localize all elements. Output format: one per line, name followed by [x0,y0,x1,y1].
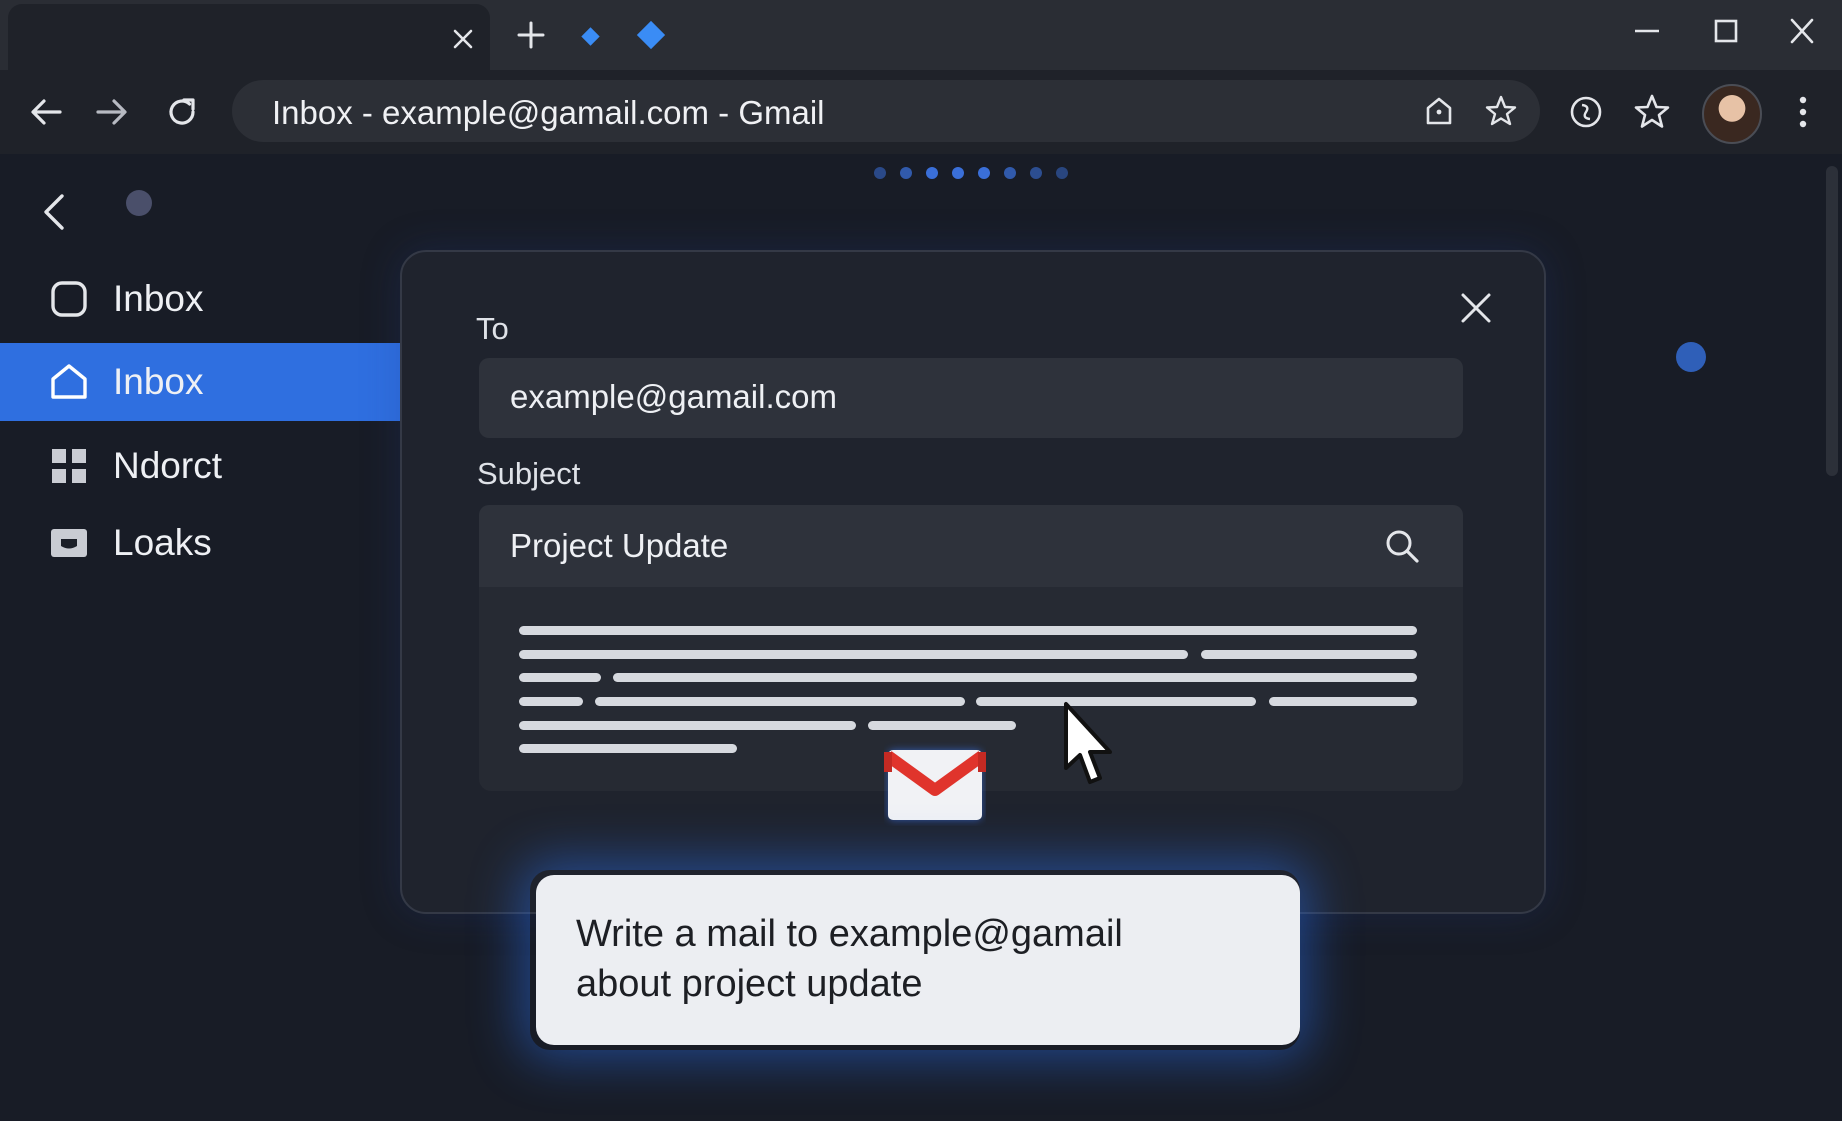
text-line [519,744,737,753]
tab-strip [0,0,1842,70]
sidebar-item-label: Ndorct [113,445,222,486]
profile-avatar[interactable] [1702,84,1762,144]
to-field[interactable]: example@gamail.com [479,358,1463,438]
text-line [519,650,1188,659]
active-tab[interactable] [8,4,490,70]
maximize-icon[interactable] [1704,14,1748,48]
mouse-pointer-icon [1064,702,1112,784]
folder-icon [51,529,87,557]
grid-icon [52,449,86,483]
search-icon[interactable] [1383,527,1421,565]
reload-icon[interactable] [162,92,202,132]
chevron-left-icon[interactable] [36,190,72,234]
square-outline-icon [51,281,87,317]
text-line [519,626,1417,635]
address-bar[interactable]: Inbox - example@gamail.com - Gmail [232,80,1540,142]
sidebar-item-label: Loaks [113,522,212,563]
text-line [868,721,1016,730]
prompt-text: Write a mail to example@gamail about pro… [576,913,1123,1005]
scrollbar[interactable] [1826,166,1838,476]
bookmark-star-icon[interactable] [1484,94,1518,128]
gmail-envelope-icon [884,750,986,820]
close-tab-icon[interactable] [450,26,476,52]
sidebar-item-loaks[interactable]: Loaks [0,504,400,582]
text-line [519,673,601,682]
star-icon[interactable] [1632,92,1672,132]
sidebar-item-inbox[interactable]: Inbox [0,260,400,338]
home-icon [51,364,87,399]
sidebar-item-ndorct[interactable]: Ndorct [0,427,400,505]
close-window-icon[interactable] [1780,14,1824,48]
sidebar-item-label: Inbox [113,361,204,402]
subject-field[interactable]: Project Update [479,505,1463,587]
minimize-icon[interactable] [1625,14,1669,48]
text-line [613,673,1417,682]
text-line [1269,697,1417,706]
home-tag-icon[interactable] [1422,94,1456,128]
blue-indicator-dot [1676,342,1706,372]
subject-label: Subject [477,456,581,491]
diamond-icon [636,20,666,50]
to-field-value[interactable]: example@gamail.com [510,378,837,416]
new-tab-icon[interactable] [516,20,546,50]
close-icon[interactable] [1456,288,1496,328]
text-line [519,697,583,706]
progress-dots [874,167,1068,179]
prompt-card[interactable]: Write a mail to example@gamail about pro… [536,875,1300,1045]
subject-field-value[interactable]: Project Update [510,527,728,565]
sidebar-item-inbox-active[interactable]: Inbox [0,343,400,421]
text-line [519,721,856,730]
diamond-small-icon [581,27,600,46]
sidebar-item-label: Inbox [113,278,204,319]
text-line [595,697,965,706]
text-line [1201,650,1417,659]
forward-arrow-icon[interactable] [92,92,132,132]
back-arrow-icon[interactable] [26,92,66,132]
address-text[interactable]: Inbox - example@gamail.com - Gmail [272,94,825,132]
extension-icon[interactable] [1566,92,1606,132]
more-menu-icon[interactable] [1783,92,1823,132]
to-label: To [476,311,509,346]
status-dot [126,190,152,216]
